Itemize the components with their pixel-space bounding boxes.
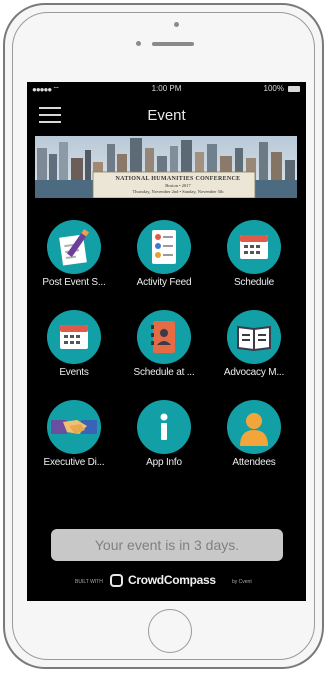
battery-percent: 100% [263,84,284,93]
footer-brand: CrowdCompass [128,573,216,587]
banner-dates: Thursday, November 2nd • Sunday, Novembe… [132,189,224,194]
page-title: Event [147,107,186,124]
nav-bar: Event [27,96,306,134]
banner-title: NATIONAL HUMANITIES CONFERENCE [115,176,241,182]
tile-label: Attendees [232,457,276,468]
tile-events[interactable]: Events [29,310,119,385]
footer-built-with: BUILT WITH [75,579,103,585]
address-book-icon [137,310,191,364]
info-icon [137,400,191,454]
crowdcompass-logo-icon [110,574,123,587]
footer-branding: BUILT WITH CrowdCompass by Cvent [27,572,306,592]
tile-label: Schedule at ... [133,367,195,378]
pencil-paper-icon [47,220,101,274]
tile-label: Activity Feed [136,277,192,288]
status-bar: ●●●●● ⌔ 1:00 PM 100% [27,82,306,96]
tile-schedule[interactable]: Schedule [209,220,299,295]
person-icon [227,400,281,454]
calendar-icon [47,310,101,364]
sensor-dot [136,41,141,46]
tile-label: Post Event S... [42,277,106,288]
banner-location: Boston • 2017 [165,183,191,188]
tile-label: Executive Di... [43,457,105,468]
tile-label: App Info [146,457,182,468]
countdown-banner: Your event is in 3 days. [51,529,283,561]
footer-by: by Cvent [232,579,252,585]
app-screen: ●●●●● ⌔ 1:00 PM 100% Event NATIONAL HUMA… [27,82,306,601]
tile-label: Events [59,367,89,378]
calendar-icon [227,220,281,274]
tile-activity-feed[interactable]: Activity Feed [119,220,209,295]
tile-attendees[interactable]: Attendees [209,400,299,475]
speaker-grille [152,42,194,46]
tile-app-info[interactable]: App Info [119,400,209,475]
tile-executive-directory[interactable]: Executive Di... [29,400,119,475]
tile-advocacy-materials[interactable]: Advocacy M... [209,310,299,385]
camera-dot [174,22,179,27]
handshake-icon [47,400,101,454]
tile-label: Schedule [233,277,275,288]
event-banner: NATIONAL HUMANITIES CONFERENCE Boston • … [35,136,297,198]
home-button[interactable] [148,609,192,653]
tile-schedule-at-a-glance[interactable]: Schedule at ... [119,310,209,385]
activity-feed-icon [137,220,191,274]
battery-icon [288,86,300,92]
tile-post-event-survey[interactable]: Post Event S... [29,220,119,295]
banner-caption: NATIONAL HUMANITIES CONFERENCE Boston • … [103,176,253,194]
open-book-icon [227,310,281,364]
tile-label: Advocacy M... [223,367,285,378]
